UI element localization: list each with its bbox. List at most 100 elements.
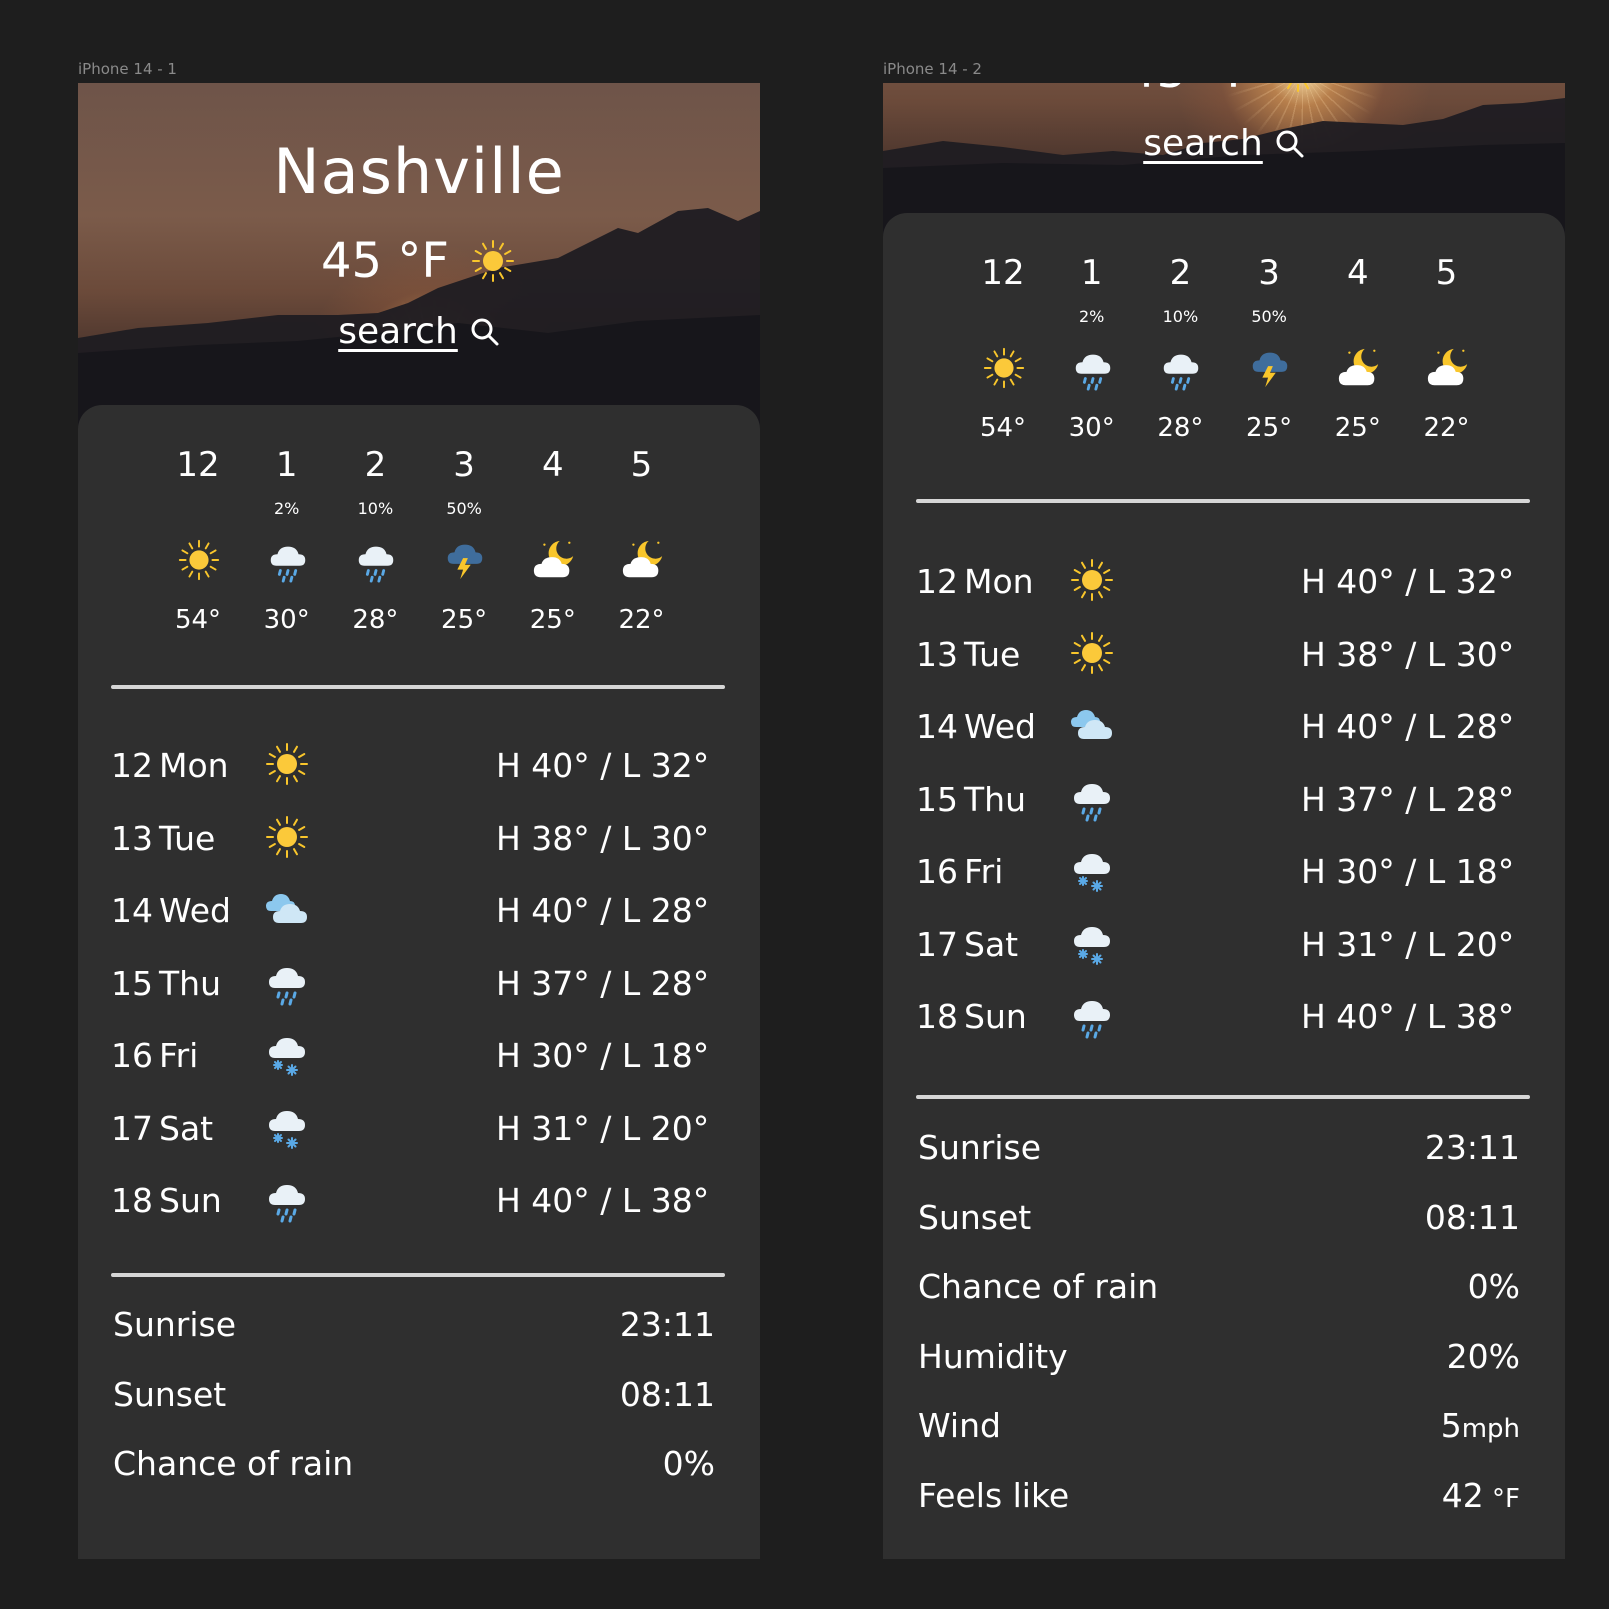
detail-value-number: 5	[1440, 1406, 1462, 1445]
detail-value-number: 0%	[1467, 1267, 1520, 1306]
detail-row: Sunset 08:11	[111, 1375, 725, 1425]
search-icon[interactable]	[1275, 129, 1305, 159]
high-low-temps: H 40° / L 28°	[1301, 707, 1515, 746]
hour-label: 5	[1435, 253, 1458, 293]
day-name: Sun	[159, 1181, 222, 1220]
search-button[interactable]: search	[78, 311, 760, 352]
frame-label-1: iPhone 14 - 1	[78, 60, 177, 78]
snow-cloud-icon	[1068, 919, 1116, 967]
sun-icon	[981, 345, 1027, 391]
daily-row: 14 Wed H 40° / L 28°	[111, 885, 725, 945]
daily-row: 14 Wed H 40° / L 28°	[916, 701, 1530, 761]
day-name: Mon	[159, 746, 229, 785]
detail-value-number: 08:11	[1424, 1197, 1520, 1237]
snow-cloud-icon	[1068, 846, 1116, 894]
rain-cloud-icon	[1070, 345, 1116, 391]
moon-cloud-icon	[1425, 345, 1471, 391]
day-date: 16	[111, 1036, 153, 1075]
daily-row: 18 Sun H 40° / L 38°	[916, 991, 1530, 1051]
high-low-temps: H 40° / L 38°	[1301, 997, 1515, 1036]
city-name: Nashville	[273, 135, 565, 208]
divider	[111, 1273, 725, 1277]
sun-icon	[1274, 83, 1322, 95]
detail-unit: °F	[1483, 1483, 1520, 1514]
day-name: Wed	[159, 891, 231, 930]
rain-cloud-icon	[263, 958, 311, 1006]
search-icon[interactable]	[470, 317, 500, 347]
precip-chance: 2%	[1078, 307, 1105, 326]
day-date: 13	[111, 818, 153, 858]
precip-chance: 50%	[1251, 307, 1287, 326]
hour-temperature: 54°	[979, 413, 1027, 443]
detail-label: Sunset	[113, 1374, 227, 1414]
high-low-temps: H 30° / L 18°	[1301, 852, 1515, 891]
hour-label: 5	[630, 445, 653, 485]
daily-row: 16 Fri H 30° / L 18°	[916, 846, 1530, 906]
current-temperature: 45 °F	[1126, 83, 1254, 99]
detail-value-number: 23:11	[619, 1305, 715, 1344]
day-name: Sun	[964, 997, 1027, 1036]
precip-chance: 10%	[1162, 307, 1199, 326]
hour-temperature: 22°	[618, 605, 665, 635]
divider	[111, 685, 725, 689]
divider	[916, 1095, 1530, 1099]
hour-temperature: 54°	[174, 605, 222, 635]
detail-label: Feels like	[918, 1475, 1070, 1515]
high-low-temps: H 31° / L 20°	[496, 1108, 710, 1148]
search-link[interactable]: search	[1143, 123, 1263, 164]
hour-label: 3	[453, 445, 475, 485]
detail-value: 0%	[1468, 1267, 1520, 1306]
daily-row: 15 Thu H 37° / L 28°	[916, 774, 1530, 834]
moon-cloud-icon	[1336, 345, 1382, 391]
rain-cloud-icon	[353, 537, 399, 583]
day-name: Fri	[964, 852, 1004, 891]
search-button[interactable]: search	[883, 123, 1565, 164]
daily-row: 17 Sat H 31° / L 20°	[916, 919, 1530, 979]
hour-label: 1	[275, 445, 298, 485]
day-date: 15	[111, 963, 153, 1003]
sun-icon	[469, 237, 517, 285]
thunderstorm-icon	[442, 537, 488, 583]
day-date: 12	[111, 746, 153, 785]
detail-row: Sunrise 23:11	[111, 1305, 725, 1355]
high-low-temps: H 37° / L 28°	[1301, 779, 1515, 819]
clouds-icon	[1068, 701, 1116, 749]
detail-value: 23:11	[620, 1305, 715, 1344]
frame-label-2: iPhone 14 - 2	[883, 60, 982, 78]
detail-row: Feels like 42 °F	[916, 1476, 1530, 1526]
hour-temperature: 25°	[441, 605, 488, 635]
daily-row: 17 Sat H 31° / L 20°	[111, 1103, 725, 1163]
day-name: Tue	[964, 634, 1021, 674]
snow-cloud-icon	[263, 1030, 311, 1078]
daily-row: 12 Mon H 40° / L 32°	[916, 556, 1530, 616]
detail-row: Sunset 08:11	[916, 1198, 1530, 1248]
rain-cloud-icon	[1158, 345, 1204, 391]
hour-label: 4	[541, 445, 564, 485]
rain-cloud-icon	[1068, 774, 1116, 822]
day-date: 18	[916, 997, 958, 1036]
moon-cloud-icon	[531, 537, 577, 583]
search-link[interactable]: search	[338, 311, 458, 352]
detail-label: Humidity	[918, 1336, 1068, 1376]
hour-temperature: 25°	[1334, 413, 1381, 443]
day-date: 17	[111, 1108, 153, 1148]
hour-temperature: 25°	[1246, 413, 1293, 443]
detail-value: 08:11	[1425, 1198, 1520, 1237]
hour-label: 2	[1169, 253, 1192, 293]
detail-row: Sunrise 23:11	[916, 1128, 1530, 1178]
day-name: Fri	[159, 1036, 199, 1075]
day-name: Sat	[159, 1108, 214, 1148]
detail-value-number: 42	[1441, 1475, 1484, 1515]
detail-row: Chance of rain 0%	[111, 1444, 725, 1494]
detail-value-number: 08:11	[619, 1374, 715, 1414]
detail-value: 0%	[663, 1444, 715, 1483]
detail-value-number: 23:11	[1424, 1128, 1520, 1167]
day-name: Wed	[964, 707, 1036, 746]
hourly-forecast: 12 54° 1 2% 30° 2 10% 28° 3 50% 25° 4 25° 5 22°	[963, 253, 1483, 473]
day-name: Sat	[964, 924, 1019, 964]
detail-value: 20%	[1447, 1337, 1520, 1376]
daily-row: 15 Thu H 37° / L 28°	[111, 958, 725, 1018]
high-low-temps: H 40° / L 38°	[496, 1181, 710, 1220]
day-name: Mon	[964, 562, 1034, 601]
day-date: 14	[916, 707, 958, 746]
